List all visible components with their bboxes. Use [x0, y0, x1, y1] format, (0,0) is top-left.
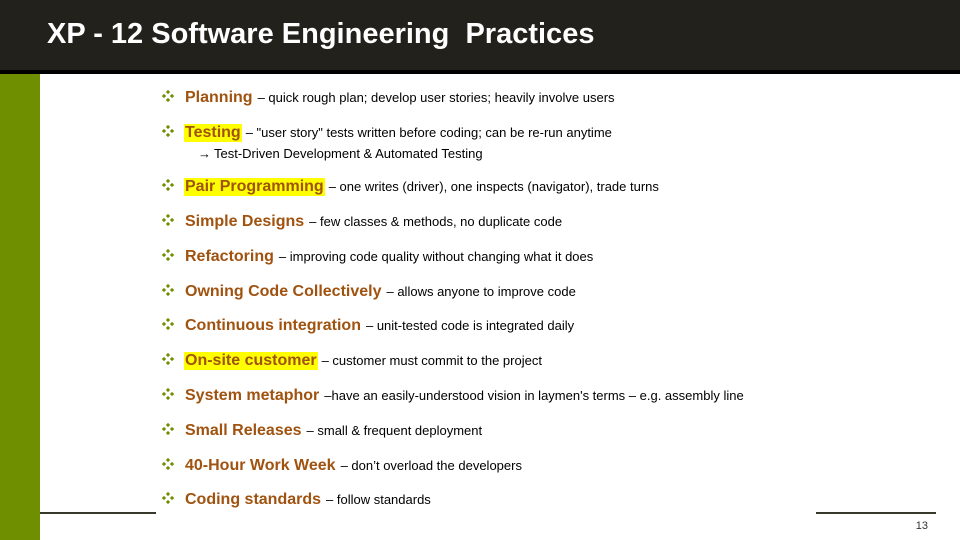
list-item: Small Releases – small & frequent deploym…: [162, 422, 482, 440]
sub-point: → Test-Driven Development & Automated Tes…: [198, 146, 483, 161]
list-item: System metaphor –have an easily-understoo…: [162, 387, 744, 405]
four-diamond-bullet-icon: [162, 90, 184, 102]
list-item: On-site customer – customer must commit t…: [162, 352, 542, 370]
practice-term: Continuous integration: [185, 317, 361, 334]
list-item: Continuous integration – unit-tested code…: [162, 317, 574, 335]
practice-description: – "user story" tests written before codi…: [245, 125, 612, 140]
list-item: Planning – quick rough plan; develop user…: [162, 89, 615, 107]
footer-rule-right: [816, 512, 936, 514]
left-accent-bar: [0, 74, 40, 540]
practice-description: – few classes & methods, no duplicate co…: [309, 214, 563, 229]
practice-term: On-site customer: [184, 352, 318, 370]
practice-description: – one writes (driver), one inspects (nav…: [328, 179, 659, 194]
practice-description: – don’t overload the developers: [340, 458, 522, 473]
four-diamond-bullet-icon: [162, 179, 184, 191]
practice-term: Pair Programming: [184, 178, 325, 196]
practice-description: – allows anyone to improve code: [386, 284, 576, 299]
four-diamond-bullet-icon: [162, 125, 184, 137]
four-diamond-bullet-icon: [162, 249, 184, 261]
practice-term: Small Releases: [185, 422, 302, 439]
slide-title: XP - 12 Software Engineering Practices: [47, 18, 595, 50]
practice-description: – improving code quality without changin…: [278, 249, 594, 264]
title-underline: [0, 70, 960, 74]
practice-term: Planning: [185, 89, 253, 106]
practice-term: Simple Designs: [185, 213, 305, 230]
four-diamond-bullet-icon: [162, 353, 184, 365]
list-item: 40-Hour Work Week – don’t overload the de…: [162, 457, 522, 475]
footer-rule-left: [40, 512, 156, 514]
practice-description: – quick rough plan; develop user stories…: [257, 90, 615, 105]
four-diamond-bullet-icon: [162, 458, 184, 470]
practice-description: – small & frequent deployment: [306, 423, 483, 438]
practice-term: Testing: [184, 124, 242, 142]
practice-term: System metaphor: [185, 387, 320, 404]
practice-term: Refactoring: [185, 248, 274, 265]
page-number: 13: [915, 520, 928, 532]
practice-description: – follow standards: [326, 492, 431, 507]
list-item: Owning Code Collectively – allows anyone …: [162, 283, 576, 301]
list-item: Coding standards – follow standards: [162, 491, 431, 509]
four-diamond-bullet-icon: [162, 318, 184, 330]
list-item: Refactoring – improving code quality with…: [162, 248, 593, 266]
practice-description: –have an easily-understood vision in lay…: [324, 388, 744, 403]
practice-term: Coding standards: [185, 491, 322, 508]
list-item: Pair Programming – one writes (driver), o…: [162, 178, 659, 196]
right-arrow-icon: →: [198, 146, 211, 161]
four-diamond-bullet-icon: [162, 214, 184, 226]
practice-term: Owning Code Collectively: [185, 283, 382, 300]
four-diamond-bullet-icon: [162, 284, 184, 296]
four-diamond-bullet-icon: [162, 492, 184, 504]
practice-term: 40-Hour Work Week: [185, 457, 336, 474]
four-diamond-bullet-icon: [162, 388, 184, 400]
title-bar: XP - 12 Software Engineering Practices: [0, 0, 960, 74]
four-diamond-bullet-icon: [162, 423, 184, 435]
list-item: Simple Designs – few classes & methods, n…: [162, 213, 562, 231]
sub-point-text: Test-Driven Development & Automated Test…: [214, 146, 483, 161]
practice-description: – unit-tested code is integrated daily: [365, 318, 575, 333]
list-item: Testing – "user story" tests written befo…: [162, 124, 612, 142]
practice-description: – customer must commit to the project: [321, 353, 542, 368]
